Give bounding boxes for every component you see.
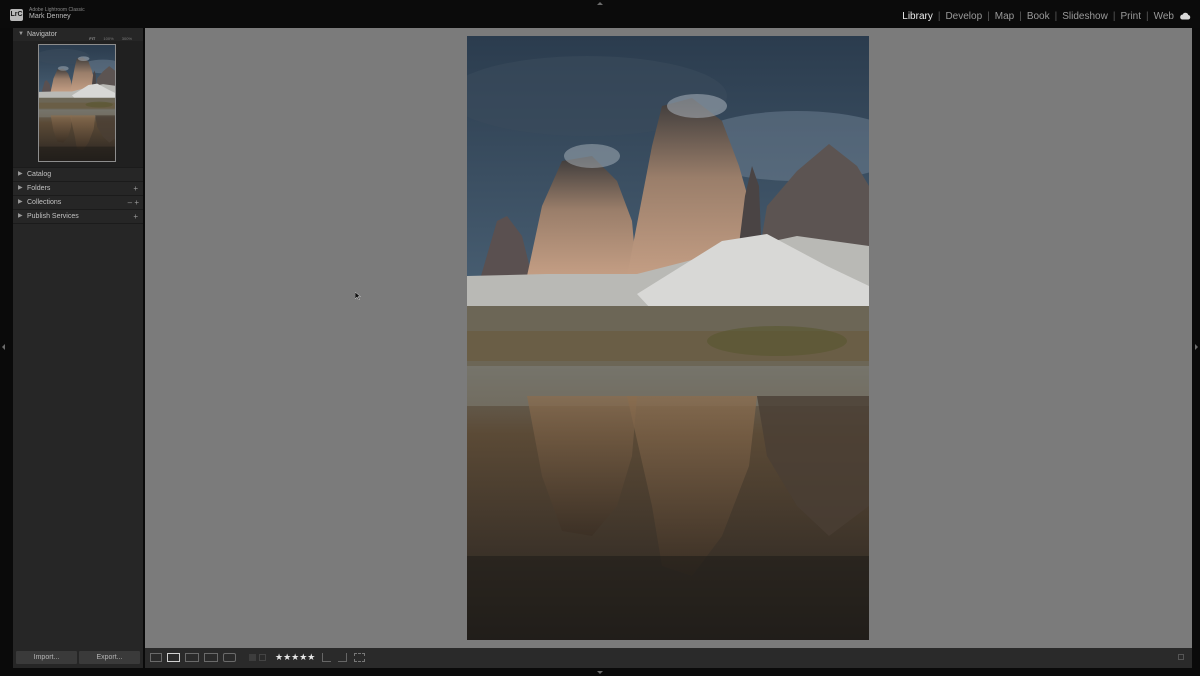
left-panel-toggle-icon[interactable] (2, 344, 5, 350)
collections-label: Collections (27, 199, 62, 206)
collections-actions[interactable]: – + (128, 196, 139, 209)
expand-triangle-icon: ▶ (18, 199, 23, 205)
catalog-label: Catalog (27, 171, 52, 178)
toolbar: ★★★★★ (145, 648, 1192, 668)
people-view-icon[interactable] (223, 653, 236, 662)
expand-triangle-icon: ▶ (18, 185, 23, 191)
module-web[interactable]: Web (1154, 11, 1174, 22)
navigator-preview[interactable] (13, 41, 143, 167)
publish-services-label: Publish Services (27, 213, 79, 220)
flag-icon[interactable] (249, 654, 256, 661)
folders-label: Folders (27, 185, 51, 192)
add-publish-service-button[interactable]: + (133, 210, 138, 223)
bottom-panel-toggle-icon[interactable] (597, 671, 603, 674)
expand-triangle-icon: ▶ (18, 171, 23, 177)
module-library[interactable]: Library (902, 11, 933, 22)
expand-triangle-icon: ▶ (18, 213, 23, 219)
panel-divider (13, 223, 143, 224)
navigator-header[interactable]: ▼ Navigator FIT 100% 300% (13, 28, 143, 41)
rotate-right-icon[interactable] (338, 653, 347, 662)
left-panel: ▼ Navigator FIT 100% 300% ▶ Catalog ▶ Fo… (13, 28, 143, 668)
module-slideshow[interactable]: Slideshow (1062, 11, 1108, 22)
star-rating[interactable]: ★★★★★ (275, 652, 315, 663)
crop-overlay-icon[interactable] (354, 653, 365, 662)
user-name: Mark Denney (29, 13, 71, 20)
top-panel-toggle-icon[interactable] (597, 2, 603, 5)
add-folder-button[interactable]: + (133, 182, 138, 195)
mouse-cursor-icon (355, 292, 361, 300)
compare-view-icon[interactable] (185, 653, 199, 662)
main-photo[interactable] (467, 36, 869, 640)
module-map[interactable]: Map (995, 11, 1014, 22)
module-separator: | (937, 11, 941, 22)
module-picker: Library | Develop | Map | Book | Slidesh… (902, 11, 1174, 22)
export-button[interactable]: Export... (79, 651, 140, 664)
reject-flag-icon[interactable] (259, 654, 266, 661)
loupe-view-icon[interactable] (167, 653, 180, 662)
lrc-logo-icon: LrC (10, 9, 23, 21)
module-separator: | (987, 11, 990, 22)
right-panel-toggle-icon[interactable] (1195, 344, 1198, 350)
collections-header[interactable]: ▶ Collections – + (13, 196, 143, 209)
survey-view-icon[interactable] (204, 653, 218, 662)
module-separator: | (1146, 11, 1149, 22)
module-print[interactable]: Print (1120, 11, 1141, 22)
rotate-left-icon[interactable] (322, 653, 331, 662)
publish-services-header[interactable]: ▶ Publish Services + (13, 210, 143, 223)
module-separator: | (1054, 11, 1058, 22)
loupe-view[interactable] (145, 28, 1192, 648)
toolbar-content-menu-icon[interactable] (1178, 654, 1184, 660)
cloud-icon[interactable] (1179, 12, 1191, 20)
module-separator: | (1112, 11, 1116, 22)
module-develop[interactable]: Develop (945, 11, 982, 22)
import-button[interactable]: Import... (16, 651, 77, 664)
grid-view-icon[interactable] (150, 653, 162, 662)
module-book[interactable]: Book (1027, 11, 1050, 22)
navigator-thumbnail[interactable] (38, 44, 116, 162)
collapse-triangle-icon: ▼ (18, 31, 24, 37)
folders-header[interactable]: ▶ Folders + (13, 182, 143, 195)
module-separator: | (1019, 11, 1022, 22)
catalog-header[interactable]: ▶ Catalog (13, 168, 143, 181)
navigator-title: Navigator (27, 31, 57, 38)
